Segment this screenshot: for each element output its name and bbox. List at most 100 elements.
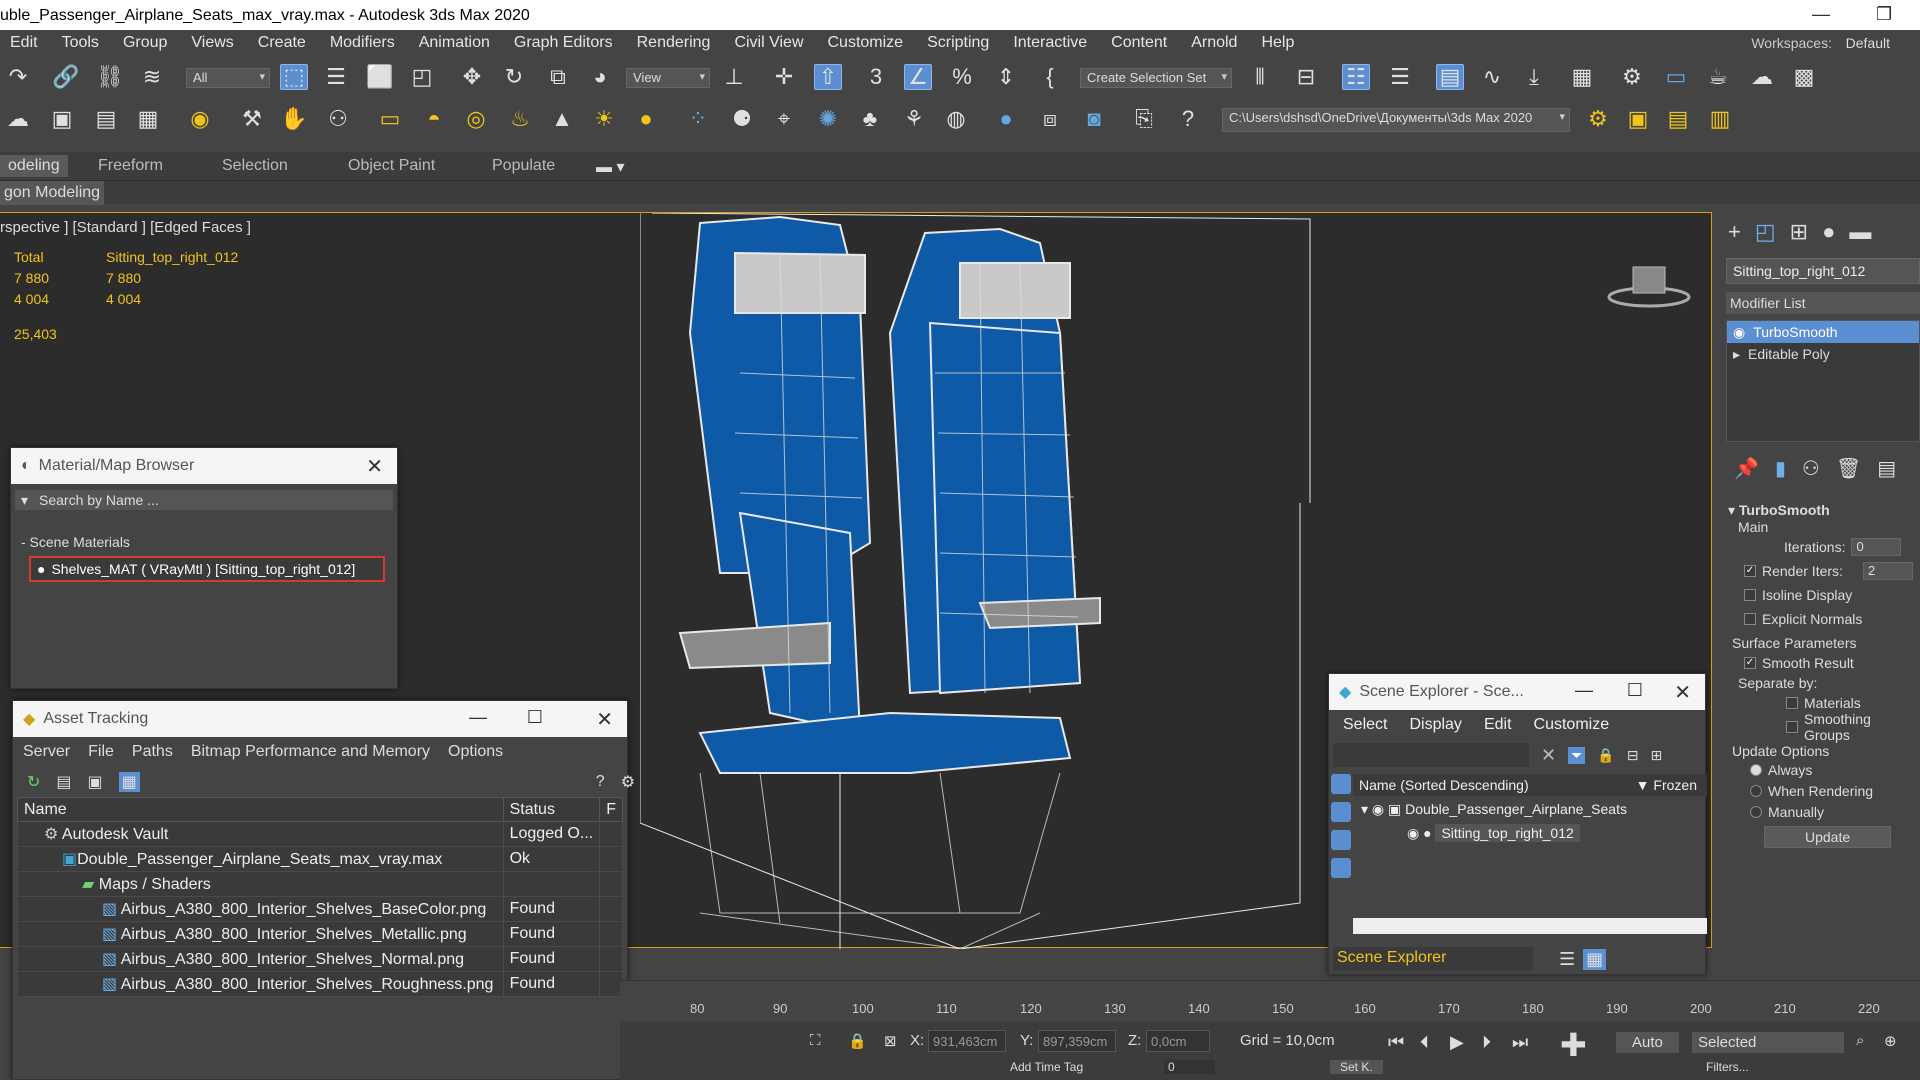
remove-modifier-icon[interactable]: 🗑	[1836, 456, 1861, 481]
texture-icon[interactable]: ◍	[942, 106, 970, 132]
display-lights-icon[interactable]	[1331, 830, 1351, 850]
isolate-icon[interactable]: ⛶	[810, 1032, 821, 1049]
cloud-icon[interactable]: ☁	[4, 106, 32, 132]
teapot-icon[interactable]: ♨	[506, 106, 534, 132]
menu-customize[interactable]: Customize	[828, 34, 904, 52]
spinner-snap-icon[interactable]: ⇕	[992, 64, 1020, 90]
table-row[interactable]: ▧ Airbus_A380_800_Interior_Shelves_Norma…	[17, 946, 623, 972]
lock-selection-icon[interactable]: 🔒	[848, 1032, 867, 1050]
layers-icon[interactable]: ☰	[1559, 949, 1575, 970]
list-icon[interactable]: ▤	[92, 106, 120, 132]
light-icon[interactable]: ●	[632, 106, 660, 132]
absolute-mode-icon[interactable]: ⊠	[884, 1032, 897, 1050]
expand-arrow-icon[interactable]: ▸	[1733, 346, 1740, 363]
close-icon[interactable]: ✕	[1674, 680, 1691, 705]
render-production-icon[interactable]: ☕	[1704, 64, 1732, 90]
hierarchy-tab-icon[interactable]: ⊞	[1790, 219, 1808, 245]
box-icon[interactable]: ▭	[376, 106, 404, 132]
select-manipulate-icon[interactable]: ✛	[770, 64, 798, 90]
mmb-titlebar[interactable]: ◐ Material/Map Browser ✕	[11, 448, 397, 484]
pivot-center-icon[interactable]: ⊥	[720, 64, 748, 90]
stack-item-turbosmooth[interactable]: ◉ TurboSmooth	[1727, 321, 1919, 343]
ribbon-toggle-icon[interactable]: ▤	[1436, 64, 1464, 90]
menu-create[interactable]: Create	[258, 34, 306, 52]
key-filter-dropdown[interactable]: Selected	[1692, 1032, 1844, 1053]
close-icon[interactable]: ✕	[366, 454, 383, 479]
dynamics-icon[interactable]: ⚈	[728, 106, 756, 132]
settings-icon[interactable]: ⚙	[621, 772, 635, 792]
scene-explorer-selector[interactable]: Scene Explorer	[1333, 947, 1533, 971]
tab-object-paint[interactable]: Object Paint	[348, 157, 435, 175]
asset-menu-file[interactable]: File	[88, 743, 114, 761]
mmb-search-input[interactable]: ▾ Search by Name ...	[15, 490, 393, 510]
polygon-modeling-tab[interactable]: gon Modeling	[0, 181, 105, 205]
curve-editor-icon[interactable]: ∿	[1478, 64, 1506, 90]
search-options-icon[interactable]: ▾	[21, 492, 28, 509]
pin-stack-icon[interactable]: 📌	[1734, 456, 1759, 481]
zoom-all-icon[interactable]: ⊕	[1884, 1032, 1897, 1050]
modify-tab-icon[interactable]: ◰	[1755, 219, 1776, 245]
set-key-button[interactable]: Set K.	[1330, 1060, 1383, 1074]
clear-search-icon[interactable]: ✕	[1541, 745, 1556, 766]
se-menu-select[interactable]: Select	[1343, 716, 1387, 734]
redo-icon[interactable]: ↷	[4, 64, 32, 90]
se-menu-display[interactable]: Display	[1409, 716, 1461, 734]
place-icon[interactable]: ◕	[586, 64, 614, 90]
maximize-button[interactable]: ❐	[1876, 4, 1892, 25]
image-icon[interactable]: ▣	[48, 106, 76, 132]
render-iterative-icon[interactable]: ☁	[1748, 64, 1776, 90]
prev-frame-icon[interactable]: ⏴	[1420, 1032, 1429, 1053]
asset-menu-options[interactable]: Options	[448, 743, 503, 761]
archive-project-icon[interactable]: ▥	[1706, 106, 1734, 132]
menu-modifiers[interactable]: Modifiers	[330, 34, 395, 52]
display-shapes-icon[interactable]	[1331, 802, 1351, 822]
asset-menu-bitmap[interactable]: Bitmap Performance and Memory	[191, 743, 430, 761]
column-name[interactable]: Name	[17, 797, 504, 822]
add-time-tag[interactable]: Add Time Tag	[1010, 1060, 1083, 1074]
project-path-dropdown[interactable]: C:\Users\dshsd\OneDrive\Документы\3ds Ma…	[1222, 108, 1570, 132]
tab-selection[interactable]: Selection	[222, 157, 288, 175]
layer-explorer-icon[interactable]: ☰	[1386, 64, 1414, 90]
horizontal-scrollbar[interactable]	[1353, 918, 1707, 934]
modifier-list-dropdown[interactable]: Modifier List	[1726, 292, 1920, 314]
select-by-name-icon[interactable]: ☰	[322, 64, 350, 90]
minimize-icon[interactable]: —	[1575, 680, 1593, 701]
menu-help[interactable]: Help	[1261, 34, 1294, 52]
project-folder-icon[interactable]: ⚙	[1584, 106, 1612, 132]
when-rendering-radio[interactable]	[1750, 784, 1762, 797]
mirror-icon[interactable]: ⫴	[1246, 64, 1274, 90]
smooth-result-checkbox[interactable]: ✓	[1744, 657, 1756, 669]
menu-interactive[interactable]: Interactive	[1013, 34, 1087, 52]
display-geometry-icon[interactable]	[1331, 774, 1351, 794]
sync-icon[interactable]: ⊞	[1650, 747, 1662, 764]
render-online-icon[interactable]: ▩	[1790, 64, 1818, 90]
scale-icon[interactable]: ⧉	[544, 64, 572, 90]
menu-group[interactable]: Group	[123, 34, 167, 52]
new-project-icon[interactable]: ▤	[1664, 106, 1692, 132]
table-row[interactable]: ▧ Airbus_A380_800_Interior_Shelves_Metal…	[17, 921, 623, 947]
angle-snap-icon[interactable]: ∠	[904, 64, 932, 90]
close-icon[interactable]: ✕	[596, 707, 613, 732]
smoothing-groups-checkbox[interactable]	[1786, 721, 1798, 733]
menu-rendering[interactable]: Rendering	[637, 34, 711, 52]
select-object-icon[interactable]: ⬚	[280, 64, 308, 90]
export-icon[interactable]: ⎘	[1130, 106, 1158, 132]
find-input[interactable]	[1333, 743, 1529, 767]
create-selection-set-dropdown[interactable]: Create Selection Set	[1080, 68, 1232, 88]
material-sphere-icon[interactable]: ●	[992, 106, 1020, 132]
menu-edit[interactable]: Edit	[10, 34, 38, 52]
auto-key-button[interactable]: Auto	[1616, 1032, 1679, 1053]
scene-explorer-header[interactable]: Name (Sorted Descending) ▼ Frozen	[1353, 774, 1707, 796]
refresh-icon[interactable]: ↻	[27, 772, 40, 792]
table-row[interactable]: ▧ Airbus_A380_800_Interior_Shelves_Rough…	[17, 971, 623, 997]
table-row[interactable]: ▧ Airbus_A380_800_Interior_Shelves_BaseC…	[17, 896, 623, 922]
filter-icon[interactable]: ⏷	[1568, 746, 1586, 764]
tree-item-child[interactable]: ◉ ● Sitting_top_right_012	[1353, 822, 1707, 846]
visibility-icon[interactable]: ◉	[1372, 801, 1384, 817]
play-icon[interactable]: ▶	[1450, 1032, 1464, 1053]
asset-menu-server[interactable]: Server	[23, 743, 70, 761]
material-editor-icon[interactable]: ▦	[1568, 64, 1596, 90]
create-tab-icon[interactable]: +	[1728, 219, 1741, 245]
timeline-ruler[interactable]: 80 90 100 110 120 130 140 150 160 170 18…	[620, 980, 1920, 1022]
tab-freeform[interactable]: Freeform	[98, 157, 163, 175]
